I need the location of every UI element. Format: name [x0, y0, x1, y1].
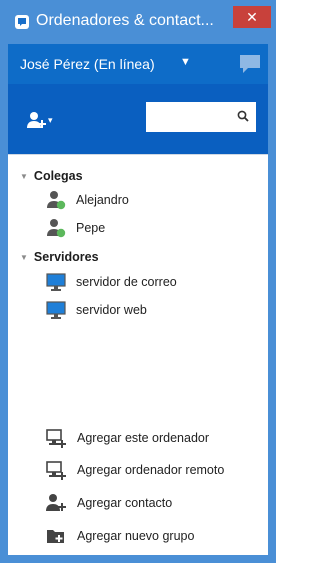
- action-label: Agregar ordenador remoto: [77, 463, 225, 477]
- add-user-icon: [27, 112, 46, 128]
- window-title: Ordenadores & contact...: [36, 12, 214, 29]
- contact-online-icon: [47, 191, 66, 210]
- group-header-colegas[interactable]: ▼ Colegas: [20, 167, 83, 185]
- computer-servidor-web[interactable]: servidor web: [46, 299, 147, 321]
- add-contact-icon: [46, 494, 66, 511]
- computer-name: servidor de correo: [76, 275, 177, 289]
- computer-servidor-de-correo[interactable]: servidor de correo: [46, 271, 177, 293]
- user-status-bar: José Pérez (En línea) ▼: [8, 44, 268, 84]
- user-name[interactable]: José Pérez (En línea): [20, 56, 155, 72]
- add-contact-link[interactable]: Agregar contacto: [46, 492, 172, 514]
- search-input[interactable]: [150, 106, 240, 130]
- add-remote-computer-icon: [46, 461, 66, 480]
- contact-name: Alejandro: [76, 193, 129, 207]
- contact-online-icon: [47, 219, 66, 238]
- contact-name: Pepe: [76, 221, 106, 235]
- computers-contacts-window: Ordenadores & contact... ✕ José Pérez (E…: [0, 0, 276, 563]
- status-dropdown-icon[interactable]: ▼: [180, 56, 191, 68]
- search-box[interactable]: [146, 102, 256, 132]
- contacts-list-panel: ▼ Colegas Alejandro Pepe ▼ Servidores se…: [8, 154, 268, 556]
- contact-alejandro[interactable]: Alejandro: [46, 189, 129, 211]
- add-remote-computer-link[interactable]: Agregar ordenador remoto: [46, 459, 224, 481]
- collapse-triangle-icon: ▼: [20, 171, 28, 181]
- add-contact-menu-button[interactable]: ▾: [26, 110, 66, 130]
- collapse-triangle-icon: ▼: [20, 252, 28, 262]
- toolbar: ▾: [8, 84, 268, 154]
- window-bottom-border: [0, 555, 276, 563]
- contact-pepe[interactable]: Pepe: [46, 217, 105, 239]
- action-label: Agregar nuevo grupo: [77, 529, 195, 543]
- group-name: Servidores: [33, 250, 99, 264]
- add-group-icon: [47, 530, 64, 543]
- action-label: Agregar este ordenador: [77, 431, 210, 445]
- app-logo-icon: [15, 15, 29, 29]
- chat-icon[interactable]: [239, 54, 261, 74]
- computer-name: servidor web: [76, 303, 147, 317]
- search-icon[interactable]: [237, 110, 249, 122]
- computer-icon: [46, 273, 66, 291]
- close-button[interactable]: ✕: [233, 6, 271, 28]
- action-label: Agregar contacto: [77, 496, 173, 510]
- add-menu-caret-icon: ▾: [48, 114, 53, 125]
- group-header-servidores[interactable]: ▼ Servidores: [20, 248, 99, 266]
- group-name: Colegas: [33, 169, 83, 183]
- add-this-computer-link[interactable]: Agregar este ordenador: [46, 427, 209, 449]
- add-new-group-link[interactable]: Agregar nuevo grupo: [46, 525, 194, 547]
- computer-icon: [46, 301, 66, 319]
- title-bar: Ordenadores & contact... ✕: [0, 0, 276, 44]
- add-computer-icon: [46, 429, 66, 448]
